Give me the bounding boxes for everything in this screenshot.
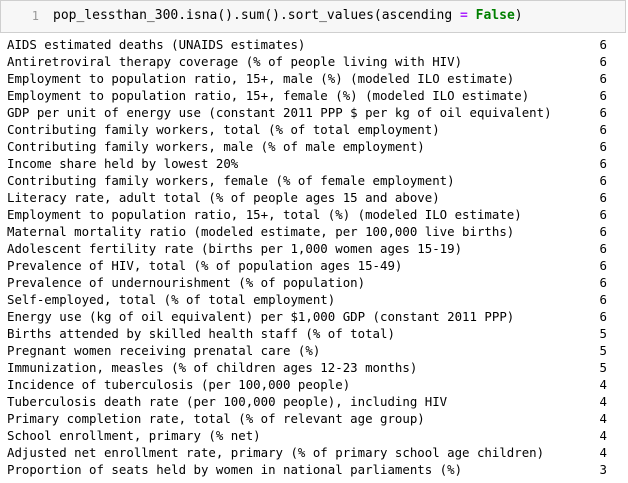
output-row: AIDS estimated deaths (UNAIDS estimates)… bbox=[0, 36, 628, 53]
output-row: Births attended by skilled health staff … bbox=[0, 325, 628, 342]
indicator-name: Employment to population ratio, 15+, mal… bbox=[7, 71, 515, 86]
indicator-name: Employment to population ratio, 15+, fem… bbox=[7, 88, 530, 103]
output-row: Tuberculosis death rate (per 100,000 peo… bbox=[0, 393, 628, 410]
indicator-name: Income share held by lowest 20% bbox=[7, 156, 239, 171]
missing-count: 5 bbox=[599, 360, 607, 375]
missing-count: 4 bbox=[599, 394, 607, 409]
output-row: Antiretroviral therapy coverage (% of pe… bbox=[0, 53, 628, 70]
missing-count: 3 bbox=[599, 462, 607, 477]
missing-count: 6 bbox=[599, 207, 607, 222]
output-row: Employment to population ratio, 15+, tot… bbox=[0, 206, 628, 223]
indicator-name: Tuberculosis death rate (per 100,000 peo… bbox=[7, 394, 448, 409]
missing-count: 4 bbox=[599, 377, 607, 392]
output-row: Employment to population ratio, 15+, fem… bbox=[0, 87, 628, 104]
indicator-name: Births attended by skilled health staff … bbox=[7, 326, 395, 341]
missing-count: 5 bbox=[599, 343, 607, 358]
missing-count: 6 bbox=[599, 224, 607, 239]
code-line[interactable]: pop_lessthan_300.isna().sum().sort_value… bbox=[53, 8, 523, 23]
missing-count: 6 bbox=[599, 173, 607, 188]
indicator-name: Contributing family workers, total (% of… bbox=[7, 122, 440, 137]
output-row: Incidence of tuberculosis (per 100,000 p… bbox=[0, 376, 628, 393]
missing-count: 6 bbox=[599, 309, 607, 324]
indicator-name: Prevalence of HIV, total (% of populatio… bbox=[7, 258, 403, 273]
missing-count: 6 bbox=[599, 275, 607, 290]
indicator-name: Contributing family workers, female (% o… bbox=[7, 173, 455, 188]
output-row: Pregnant women receiving prenatal care (… bbox=[0, 342, 628, 359]
indicator-name: Energy use (kg of oil equivalent) per $1… bbox=[7, 309, 515, 324]
indicator-name: Proportion of seats held by women in nat… bbox=[7, 462, 463, 477]
missing-count: 6 bbox=[599, 241, 607, 256]
missing-count: 6 bbox=[599, 156, 607, 171]
code-keyword: False bbox=[475, 8, 515, 23]
output-row: Self-employed, total (% of total employm… bbox=[0, 291, 628, 308]
indicator-name: Primary completion rate, total (% of rel… bbox=[7, 411, 425, 426]
indicator-name: Incidence of tuberculosis (per 100,000 p… bbox=[7, 377, 351, 392]
indicator-name: Employment to population ratio, 15+, tot… bbox=[7, 207, 522, 222]
missing-count: 5 bbox=[599, 326, 607, 341]
indicator-name: Contributing family workers, male (% of … bbox=[7, 139, 425, 154]
missing-count: 6 bbox=[599, 88, 607, 103]
missing-count: 4 bbox=[599, 411, 607, 426]
code-cell-input[interactable]: 1 pop_lessthan_300.isna().sum().sort_val… bbox=[0, 0, 626, 33]
output-row: Income share held by lowest 20% 6 bbox=[0, 155, 628, 172]
indicator-name: School enrollment, primary (% net) bbox=[7, 428, 261, 443]
missing-count: 6 bbox=[599, 190, 607, 205]
output-row: GDP per unit of energy use (constant 201… bbox=[0, 104, 628, 121]
indicator-name: Adolescent fertility rate (births per 1,… bbox=[7, 241, 463, 256]
indicator-name: Immunization, measles (% of children age… bbox=[7, 360, 418, 375]
missing-count: 4 bbox=[599, 428, 607, 443]
missing-count: 6 bbox=[599, 139, 607, 154]
output-row: School enrollment, primary (% net) 4 bbox=[0, 427, 628, 444]
output-row: Proportion of seats held by women in nat… bbox=[0, 461, 628, 478]
output-row: Adolescent fertility rate (births per 1,… bbox=[0, 240, 628, 257]
indicator-name: AIDS estimated deaths (UNAIDS estimates) bbox=[7, 37, 306, 52]
line-number: 1 bbox=[31, 9, 39, 23]
indicator-name: Self-employed, total (% of total employm… bbox=[7, 292, 336, 307]
output-row: Adjusted net enrollment rate, primary (%… bbox=[0, 444, 628, 461]
indicator-name: Prevalence of undernourishment (% of pop… bbox=[7, 275, 366, 290]
indicator-name: Pregnant women receiving prenatal care (… bbox=[7, 343, 321, 358]
indicator-name: Antiretroviral therapy coverage (% of pe… bbox=[7, 54, 463, 69]
code-text: pop_lessthan_300.isna().sum().sort_value… bbox=[53, 8, 460, 23]
missing-count: 4 bbox=[599, 445, 607, 460]
output-row: Energy use (kg of oil equivalent) per $1… bbox=[0, 308, 628, 325]
missing-count: 6 bbox=[599, 292, 607, 307]
indicator-name: GDP per unit of energy use (constant 201… bbox=[7, 105, 552, 120]
output-row: Primary completion rate, total (% of rel… bbox=[0, 410, 628, 427]
output-row: Employment to population ratio, 15+, mal… bbox=[0, 70, 628, 87]
code-operator: = bbox=[460, 8, 468, 23]
indicator-name: Adjusted net enrollment rate, primary (%… bbox=[7, 445, 545, 460]
output-row: Immunization, measles (% of children age… bbox=[0, 359, 628, 376]
indicator-name: Literacy rate, adult total (% of people … bbox=[7, 190, 440, 205]
indicator-name: Maternal mortality ratio (modeled estima… bbox=[7, 224, 515, 239]
missing-count: 6 bbox=[599, 258, 607, 273]
output-row: Literacy rate, adult total (% of people … bbox=[0, 189, 628, 206]
missing-count: 6 bbox=[599, 105, 607, 120]
missing-count: 6 bbox=[599, 54, 607, 69]
output-row: Contributing family workers, total (% of… bbox=[0, 121, 628, 138]
output-row: Prevalence of undernourishment (% of pop… bbox=[0, 274, 628, 291]
missing-count: 6 bbox=[599, 122, 607, 137]
output-row: Contributing family workers, male (% of … bbox=[0, 138, 628, 155]
missing-count: 6 bbox=[599, 37, 607, 52]
missing-count: 6 bbox=[599, 71, 607, 86]
output-row: Prevalence of HIV, total (% of populatio… bbox=[0, 257, 628, 274]
code-suffix: ) bbox=[514, 8, 523, 23]
output-row: Contributing family workers, female (% o… bbox=[0, 172, 628, 189]
output-row: Maternal mortality ratio (modeled estima… bbox=[0, 223, 628, 240]
cell-output: AIDS estimated deaths (UNAIDS estimates)… bbox=[0, 36, 628, 478]
